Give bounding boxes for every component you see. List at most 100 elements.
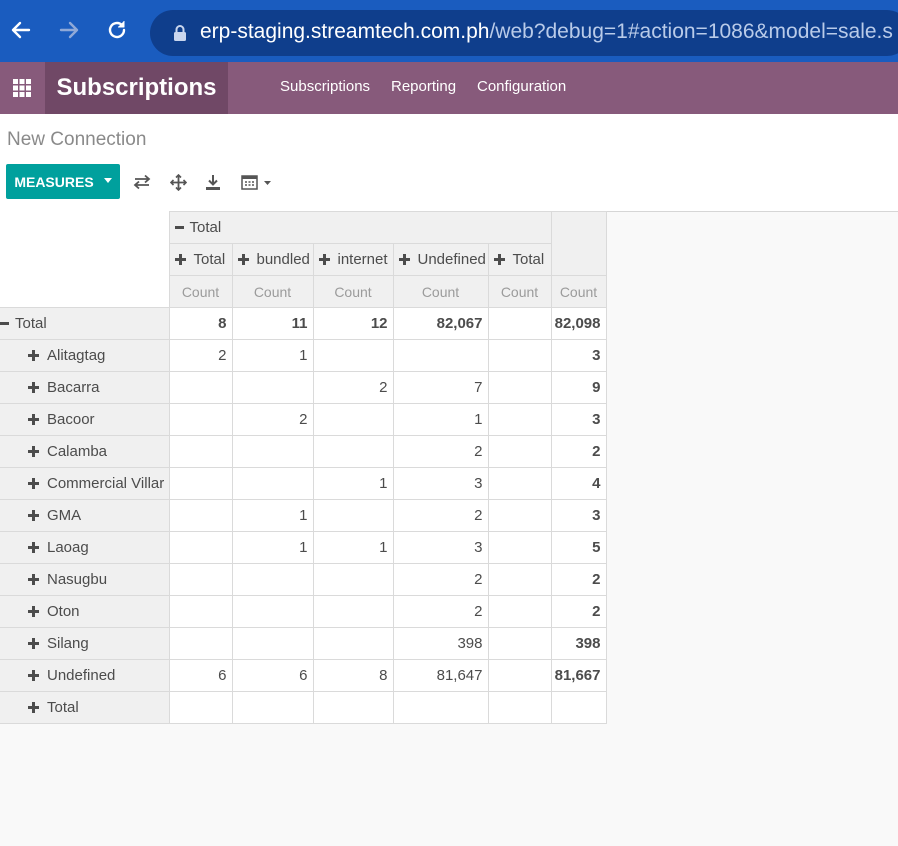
pivot-cell[interactable]: 1	[312, 467, 394, 500]
measure-header[interactable]: Count	[312, 275, 394, 308]
row-header[interactable]: Total	[0, 691, 170, 724]
col-header-total-group[interactable]: Total	[168, 211, 552, 244]
pivot-cell[interactable]	[168, 435, 233, 468]
pivot-cell[interactable]: 81,647	[392, 659, 489, 692]
pivot-cell-row-total[interactable]: 3	[550, 403, 607, 436]
pivot-cell[interactable]	[487, 403, 552, 436]
pivot-cell[interactable]	[487, 435, 552, 468]
pivot-cell[interactable]	[168, 563, 233, 596]
pivot-cell-row-total[interactable]: 3	[550, 499, 607, 532]
pivot-cell[interactable]: 398	[392, 627, 489, 660]
pivot-cell[interactable]	[312, 403, 394, 436]
pivot-cell[interactable]: 3	[392, 467, 489, 500]
pivot-cell[interactable]: 7	[392, 371, 489, 404]
pivot-cell[interactable]: 12	[312, 307, 394, 340]
pivot-cell[interactable]	[168, 371, 233, 404]
pivot-cell[interactable]: 1	[231, 531, 314, 564]
pivot-cell[interactable]: 1	[392, 403, 489, 436]
row-header[interactable]: Nasugbu	[0, 563, 170, 596]
row-header[interactable]: Commercial Villar	[0, 467, 170, 500]
measure-header[interactable]: Count	[550, 275, 607, 308]
pivot-cell[interactable]	[168, 467, 233, 500]
pivot-cell[interactable]: 2	[392, 595, 489, 628]
pivot-cell[interactable]	[231, 691, 314, 724]
pivot-cell[interactable]	[168, 403, 233, 436]
download-icon[interactable]	[205, 172, 221, 192]
pivot-cell[interactable]	[168, 627, 233, 660]
pivot-cell[interactable]: 2	[392, 499, 489, 532]
back-icon[interactable]	[6, 15, 36, 45]
pivot-cell[interactable]	[231, 563, 314, 596]
pivot-cell[interactable]	[231, 627, 314, 660]
pivot-cell[interactable]	[487, 467, 552, 500]
pivot-cell-row-total[interactable]: 4	[550, 467, 607, 500]
menu-configuration[interactable]: Configuration	[477, 62, 566, 114]
pivot-cell[interactable]	[231, 595, 314, 628]
row-header-total[interactable]: Total	[0, 307, 170, 340]
pivot-cell[interactable]: 3	[392, 531, 489, 564]
address-bar[interactable]: erp-staging.streamtech.com.ph/web?debug=…	[150, 10, 898, 56]
pivot-cell[interactable]	[487, 307, 552, 340]
pivot-cell-row-total[interactable]: 81,667	[550, 659, 607, 692]
pivot-cell-row-total[interactable]: 2	[550, 563, 607, 596]
menu-reporting[interactable]: Reporting	[391, 62, 456, 114]
row-header[interactable]: Bacoor	[0, 403, 170, 436]
row-header[interactable]: Calamba	[0, 435, 170, 468]
pivot-cell[interactable]	[487, 627, 552, 660]
pivot-cell[interactable]	[168, 499, 233, 532]
pivot-cell[interactable]	[168, 691, 233, 724]
pivot-cell[interactable]: 2	[392, 563, 489, 596]
pivot-cell[interactable]: 82,067	[392, 307, 489, 340]
app-brand[interactable]: Subscriptions	[45, 62, 228, 114]
pivot-cell[interactable]	[392, 691, 489, 724]
forward-icon[interactable]	[54, 15, 84, 45]
col-header-total[interactable]: Total	[168, 243, 233, 276]
pivot-cell[interactable]: 1	[312, 531, 394, 564]
measure-header[interactable]: Count	[168, 275, 233, 308]
row-header[interactable]: Undefined	[0, 659, 170, 692]
measures-button[interactable]: MEASURES	[6, 164, 120, 199]
pivot-cell[interactable]	[487, 563, 552, 596]
pivot-cell-row-total[interactable]: 2	[550, 435, 607, 468]
pivot-cell[interactable]	[312, 435, 394, 468]
pivot-cell[interactable]: 6	[231, 659, 314, 692]
pivot-cell-row-total[interactable]: 3	[550, 339, 607, 372]
pivot-cell-row-total[interactable]	[550, 691, 607, 724]
pivot-cell-row-total[interactable]: 2	[550, 595, 607, 628]
apps-menu-icon[interactable]	[0, 62, 44, 114]
pivot-cell[interactable]: 1	[231, 339, 314, 372]
pivot-cell-row-total[interactable]: 398	[550, 627, 607, 660]
pivot-cell[interactable]	[312, 563, 394, 596]
pivot-cell[interactable]	[312, 691, 394, 724]
measure-header[interactable]: Count	[487, 275, 552, 308]
pivot-cell[interactable]: 2	[392, 435, 489, 468]
pivot-cell[interactable]	[487, 659, 552, 692]
pivot-cell[interactable]	[487, 499, 552, 532]
pivot-cell[interactable]: 2	[312, 371, 394, 404]
col-header-undefined[interactable]: Undefined	[392, 243, 489, 276]
flip-axis-icon[interactable]	[133, 172, 151, 192]
measure-header[interactable]: Count	[231, 275, 314, 308]
pivot-cell[interactable]: 6	[168, 659, 233, 692]
pivot-cell[interactable]	[231, 435, 314, 468]
pivot-cell[interactable]	[487, 531, 552, 564]
pivot-cell[interactable]: 8	[168, 307, 233, 340]
pivot-cell[interactable]	[392, 339, 489, 372]
pivot-cell[interactable]	[312, 339, 394, 372]
pivot-cell[interactable]: 11	[231, 307, 314, 340]
pivot-cell-row-total[interactable]: 9	[550, 371, 607, 404]
pivot-cell-grand-total[interactable]: 82,098	[550, 307, 607, 340]
pivot-cell[interactable]	[487, 371, 552, 404]
pivot-cell[interactable]: 2	[231, 403, 314, 436]
pivot-cell[interactable]: 1	[231, 499, 314, 532]
row-header[interactable]: Alitagtag	[0, 339, 170, 372]
reload-icon[interactable]	[102, 15, 132, 45]
pivot-cell[interactable]	[487, 691, 552, 724]
row-header[interactable]: Oton	[0, 595, 170, 628]
pivot-cell[interactable]	[487, 339, 552, 372]
expand-all-icon[interactable]	[170, 172, 187, 192]
pivot-cell[interactable]	[168, 595, 233, 628]
col-header-internet[interactable]: internet	[312, 243, 394, 276]
col-header-bundled[interactable]: bundled	[231, 243, 314, 276]
pivot-cell[interactable]: 8	[312, 659, 394, 692]
